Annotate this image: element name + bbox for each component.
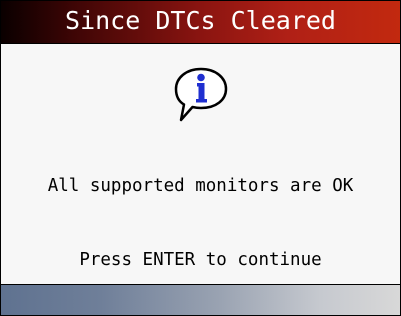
scan-tool-screen: Since DTCs Cleared All supported monitor… (0, 0, 401, 316)
bottom-status-bar (1, 284, 400, 315)
title-bar: Since DTCs Cleared (1, 1, 400, 44)
info-icon (171, 66, 231, 124)
continue-prompt: Press ENTER to continue (79, 250, 322, 270)
screen-title: Since DTCs Cleared (65, 6, 336, 35)
status-message: All supported monitors are OK (47, 176, 354, 196)
